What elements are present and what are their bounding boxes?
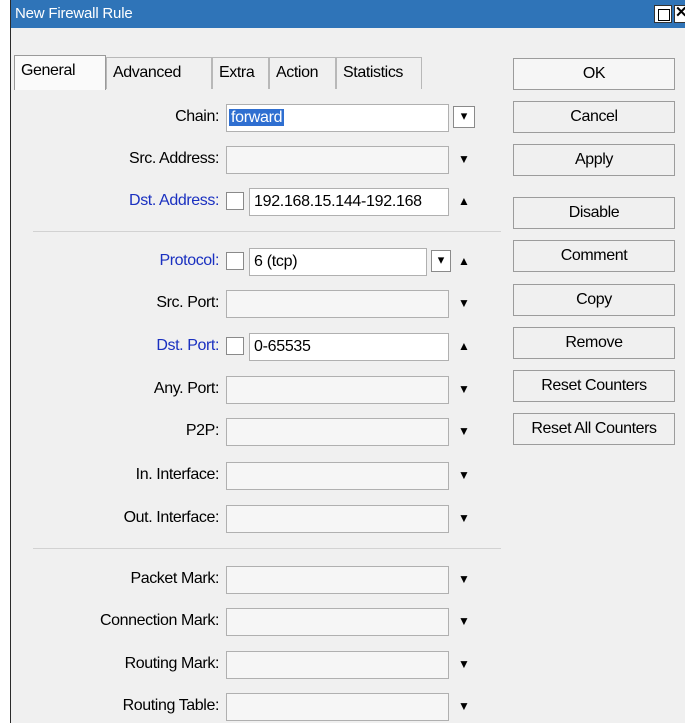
triangle-down-icon[interactable]: ▼ [457,296,471,310]
dst-address-negate-checkbox[interactable] [226,192,244,210]
dst-port-label: Dst. Port: [156,337,219,354]
routing-mark-label: Routing Mark: [124,655,220,672]
p2p-label: P2P: [185,422,219,439]
triangle-down-icon[interactable]: ▼ [457,657,471,671]
copy-button[interactable]: Copy [513,284,675,316]
triangle-up-icon[interactable]: ▲ [457,194,471,208]
any-port-row: Any. Port: ▼ [11,372,501,406]
protocol-label: Protocol: [159,252,219,269]
triangle-up-icon[interactable]: ▲ [457,339,471,353]
section-divider [33,548,501,549]
protocol-row: Protocol: 6 (tcp) ▾ ▲ [11,244,501,278]
dst-address-row: Dst. Address: 192.168.15.144-192.168 ▲ [11,184,501,218]
out-interface-label: Out. Interface: [123,509,220,526]
dst-address-field[interactable]: 192.168.15.144-192.168 [249,188,449,216]
triangle-down-icon[interactable]: ▼ [457,614,471,628]
routing-table-label: Routing Table: [122,697,220,714]
routing-table-field[interactable] [226,693,449,721]
firewall-rule-window: New Firewall Rule ✕ General Advanced Ext… [10,0,685,723]
src-port-field[interactable] [226,290,449,318]
tab-general[interactable]: General [14,55,106,90]
connection-mark-field[interactable] [226,608,449,636]
packet-mark-label: Packet Mark: [130,570,219,587]
maximize-icon[interactable] [654,5,672,23]
disable-button[interactable]: Disable [513,197,675,229]
triangle-down-icon[interactable]: ▼ [457,424,471,438]
comment-button[interactable]: Comment [513,240,675,272]
tab-advanced[interactable]: Advanced [106,57,212,89]
src-port-row: Src. Port: ▼ [11,286,501,320]
ok-button[interactable]: OK [513,58,675,90]
remove-button[interactable]: Remove [513,327,675,359]
triangle-down-icon[interactable]: ▼ [457,699,471,713]
dst-port-field[interactable]: 0-65535 [249,333,449,361]
p2p-field[interactable] [226,418,449,446]
any-port-label: Any. Port: [153,380,219,397]
triangle-down-icon[interactable]: ▼ [457,468,471,482]
window-titlebar[interactable]: New Firewall Rule ✕ [11,0,685,28]
out-interface-field[interactable] [226,505,449,533]
apply-button[interactable]: Apply [513,144,675,176]
triangle-down-icon[interactable]: ▼ [457,572,471,586]
packet-mark-field[interactable] [226,566,449,594]
triangle-down-icon[interactable]: ▼ [457,152,471,166]
reset-counters-button[interactable]: Reset Counters [513,370,675,402]
packet-mark-row: Packet Mark: ▼ [11,562,501,596]
section-divider [33,231,501,232]
src-address-row: Src. Address: ▼ [11,142,501,176]
dst-port-row: Dst. Port: 0-65535 ▲ [11,329,501,363]
dst-address-value: 192.168.15.144-192.168 [254,193,422,210]
triangle-up-icon[interactable]: ▲ [457,254,471,268]
protocol-field[interactable]: 6 (tcp) [249,248,427,276]
src-address-label: Src. Address: [129,150,219,167]
dst-port-negate-checkbox[interactable] [226,337,244,355]
triangle-down-icon[interactable]: ▼ [457,382,471,396]
routing-mark-row: Routing Mark: ▼ [11,647,501,681]
dst-address-label: Dst. Address: [129,192,219,209]
dropdown-arrow-icon[interactable]: ▾ [453,106,475,128]
routing-table-row: Routing Table: ▼ [11,689,501,723]
cancel-button[interactable]: Cancel [513,101,675,133]
out-interface-row: Out. Interface: ▼ [11,501,501,535]
routing-mark-field[interactable] [226,651,449,679]
tab-extra[interactable]: Extra [212,57,269,89]
protocol-negate-checkbox[interactable] [226,252,244,270]
dst-port-value: 0-65535 [254,338,311,355]
any-port-field[interactable] [226,376,449,404]
tab-action[interactable]: Action [269,57,336,89]
connection-mark-label: Connection Mark: [100,612,219,629]
connection-mark-row: Connection Mark: ▼ [11,604,501,638]
in-interface-field[interactable] [226,462,449,490]
in-interface-label: In. Interface: [135,466,220,483]
src-port-label: Src. Port: [156,294,219,311]
close-icon[interactable]: ✕ [674,5,685,23]
p2p-row: P2P: ▼ [11,414,501,448]
chain-field[interactable]: forward [226,104,449,132]
reset-all-counters-button[interactable]: Reset All Counters [513,413,675,445]
dropdown-arrow-icon[interactable]: ▾ [431,250,451,272]
in-interface-row: In. Interface: ▼ [11,458,501,492]
tab-statistics[interactable]: Statistics [336,57,422,89]
src-address-field[interactable] [226,146,449,174]
chain-row: Chain: forward ▾ [11,100,501,134]
chain-value: forward [229,109,285,126]
chain-label: Chain: [175,108,219,125]
general-panel: Chain: forward ▾ Src. Address: ▼ Dst. Ad… [11,90,501,723]
tab-bar: General Advanced Extra Action Statistics [11,28,501,118]
triangle-down-icon[interactable]: ▼ [457,511,471,525]
protocol-value: 6 (tcp) [254,253,298,270]
background-edge [0,0,10,723]
window-title: New Firewall Rule [15,5,133,22]
